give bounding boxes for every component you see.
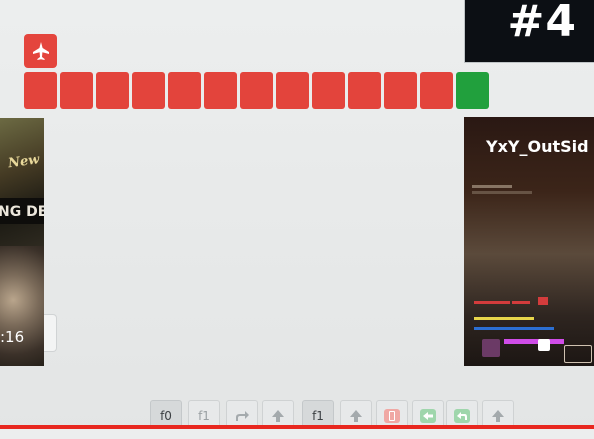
green-left-arrow-icon	[420, 409, 436, 423]
hud-health-bar	[512, 301, 530, 304]
control-label: f1	[312, 409, 324, 423]
redo-arrow-icon	[236, 411, 249, 421]
round-result-loss	[24, 72, 57, 109]
stream-name: YxY_OutSid	[486, 137, 589, 156]
round-result-loss	[60, 72, 93, 109]
fighter-jet-icon	[32, 42, 49, 60]
round-result-loss	[276, 72, 309, 109]
rank-number: #4	[507, 0, 577, 47]
hud-line	[472, 185, 512, 188]
hud-energy-bar	[474, 317, 534, 320]
left-arrow-glyph	[423, 412, 433, 420]
round-result-loss	[312, 72, 345, 109]
round-result-loss	[420, 72, 453, 109]
player-portrait-icon	[482, 339, 500, 357]
round-result-loss	[96, 72, 129, 109]
rank-card: #4	[464, 0, 594, 63]
green-return-arrow-icon	[454, 409, 470, 423]
round-result-loss	[204, 72, 237, 109]
thumbnail-subtitle: NG DEAD	[0, 204, 44, 220]
round-result-loss	[168, 72, 201, 109]
arrow-up-icon	[492, 410, 504, 422]
hud-icon	[564, 345, 592, 363]
stream-thumbnail[interactable]: YxY_OutSid	[464, 117, 594, 366]
badge-mark	[389, 411, 395, 421]
round-result-loss	[132, 72, 165, 109]
hud-health-bar	[474, 301, 510, 304]
red-badge-icon	[384, 409, 400, 423]
hud-line	[472, 191, 532, 194]
round-result-loss	[348, 72, 381, 109]
control-label: f1	[198, 409, 210, 423]
faded-panel	[44, 314, 57, 352]
video-thumbnail-top[interactable]: New Girl NG DEAD	[0, 118, 44, 246]
video-timestamp: :16	[0, 328, 25, 346]
round-result-loss	[240, 72, 273, 109]
return-arrow-glyph	[457, 412, 467, 420]
hud-shield-bar	[474, 327, 554, 330]
hud-icon	[538, 339, 550, 351]
bottom-strip	[0, 429, 594, 439]
hud-marker-icon	[538, 297, 548, 305]
round-result-loss	[384, 72, 417, 109]
round-history	[24, 72, 489, 109]
character-icon	[24, 34, 57, 68]
control-label: f0	[160, 409, 172, 423]
video-thumbnail-bottom[interactable]: :16	[0, 246, 44, 366]
arrow-up-icon	[272, 410, 284, 422]
arrow-up-icon	[350, 410, 362, 422]
round-result-win	[456, 72, 489, 109]
thumbnail-title: New Girl	[7, 148, 44, 172]
hud-special-bar	[504, 339, 564, 344]
